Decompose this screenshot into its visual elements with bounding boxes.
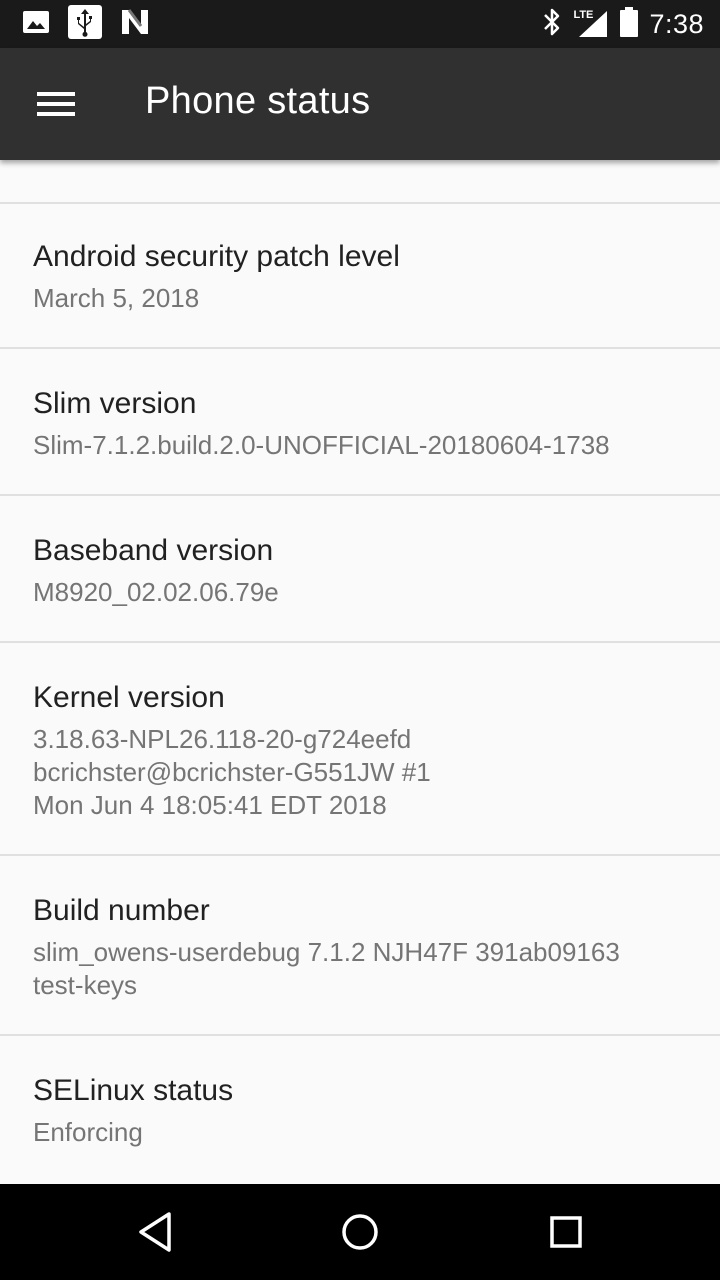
home-icon [342,1214,378,1250]
back-button[interactable] [120,1202,190,1262]
image-icon [22,8,50,41]
app-bar: Phone status [0,48,720,160]
n-logo-icon [120,8,150,41]
hamburger-menu-button[interactable] [26,78,86,130]
list-item-slim-version[interactable]: Slim version Slim-7.1.2.build.2.0-UNOFFI… [0,349,720,496]
page-title: Phone status [145,80,371,122]
item-value: Slim-7.1.2.build.2.0-UNOFFICIAL-20180604… [33,430,610,460]
item-value: slim_owens-userdebug 7.1.2 NJH47F 391ab0… [33,937,620,1000]
back-icon [139,1212,171,1252]
status-bar: LTE 7:38 [0,0,720,48]
item-title: Build number [33,894,210,927]
list-item-security-patch[interactable]: Android security patch level March 5, 20… [0,202,720,349]
phone-status-screen: LTE 7:38 Phone status Android security p… [0,0,720,1280]
list-item-baseband-version[interactable]: Baseband version M8920_02.02.06.79e [0,496,720,643]
navigation-bar [0,1184,720,1280]
clock: 7:38 [649,8,704,39]
status-list[interactable]: Android security patch level March 5, 20… [0,160,720,1184]
battery-icon [619,6,639,43]
item-value: March 5, 2018 [33,283,200,313]
home-button[interactable] [325,1202,395,1262]
lte-signal-icon: LTE [573,9,609,39]
item-value: 3.18.63-NPL26.118-20-g724eefd bcrichster… [33,724,431,820]
system-status-icons: LTE 7:38 [541,6,704,42]
list-item-selinux-status[interactable]: SELinux status Enforcing [0,1036,720,1184]
recents-button[interactable] [531,1202,601,1262]
item-title: Slim version [33,387,197,420]
list-item-kernel-version[interactable]: Kernel version 3.18.63-NPL26.118-20-g724… [0,643,720,856]
hamburger-menu-icon [37,92,75,116]
item-title: Kernel version [33,681,225,714]
bluetooth-icon [541,6,563,43]
recents-icon [550,1216,582,1248]
list-item-build-number[interactable]: Build number slim_owens-userdebug 7.1.2 … [0,856,720,1036]
notification-icons [22,4,150,41]
item-value: Enforcing [33,1117,143,1147]
item-title: Baseband version [33,534,274,567]
list-item-partial [0,160,720,204]
usb-icon [68,4,102,44]
item-title: Android security patch level [33,240,400,273]
item-value: M8920_02.02.06.79e [33,577,279,607]
item-title: SELinux status [33,1074,234,1107]
